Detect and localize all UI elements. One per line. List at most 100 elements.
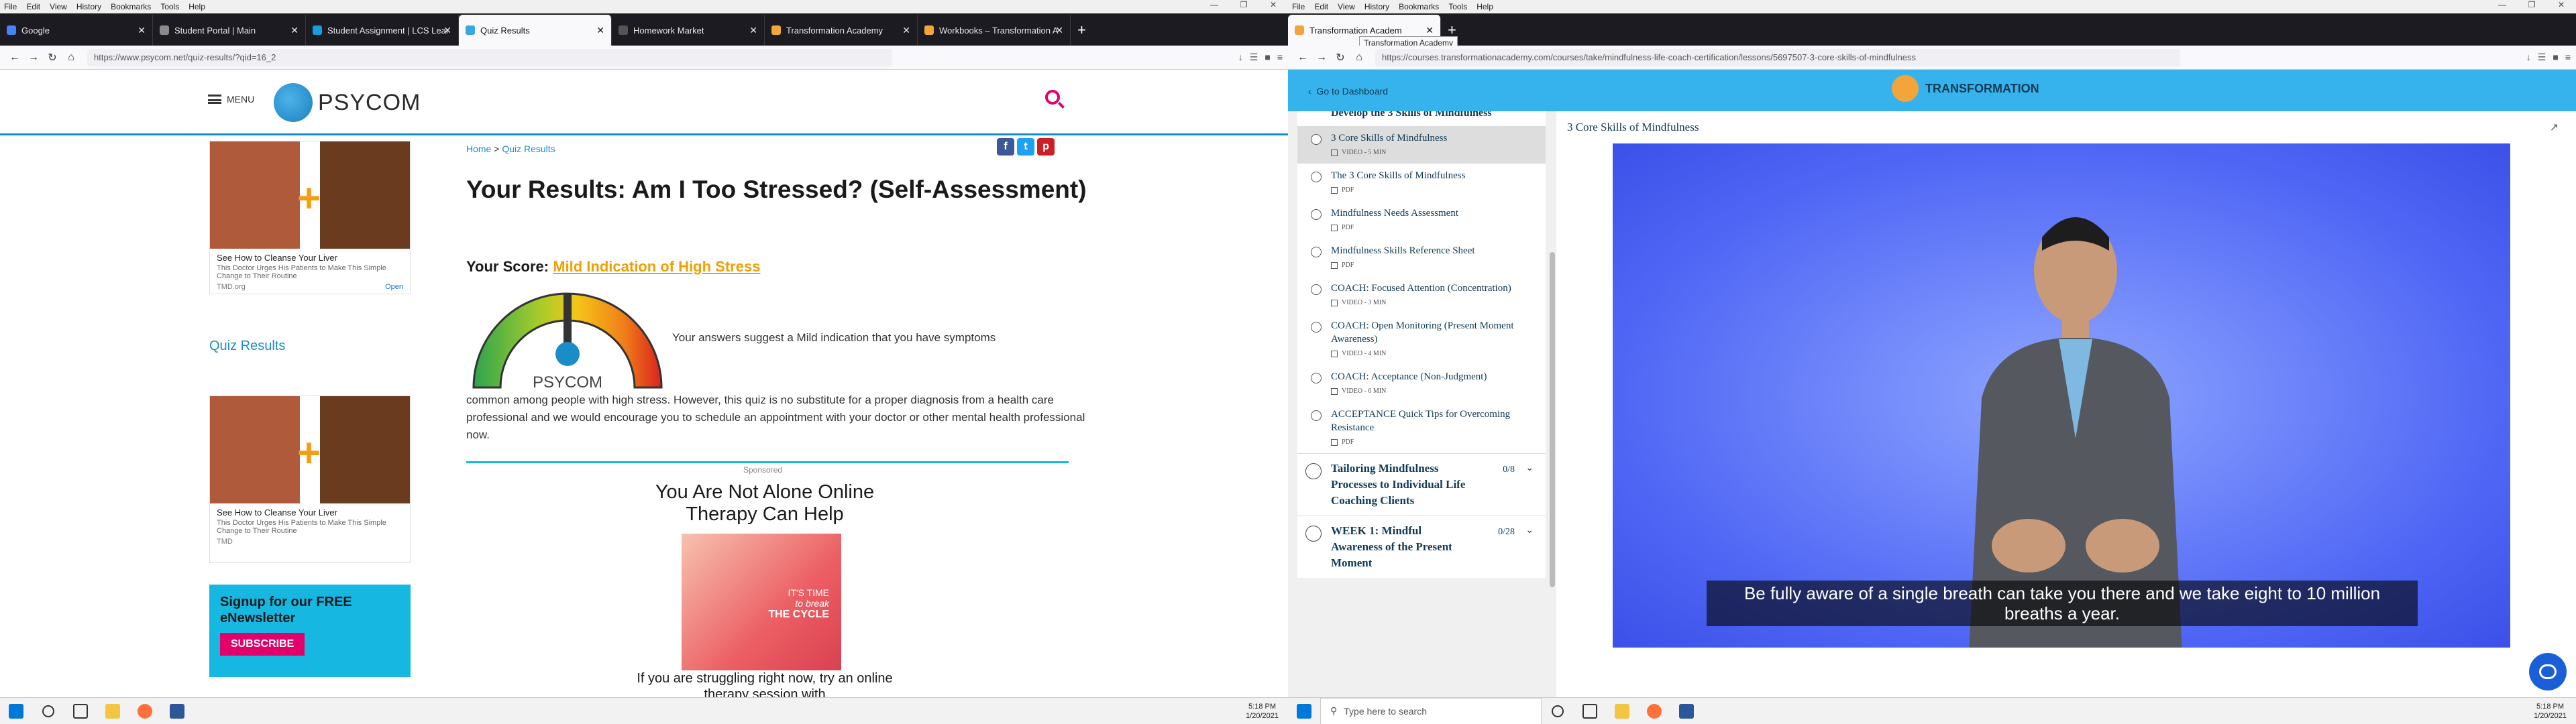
home-icon[interactable]: ⌂	[62, 48, 80, 67]
sidebar-ad[interactable]: + See How to Cleanse Your Liver This Doc…	[209, 141, 411, 294]
lesson-item[interactable]: Mindfulness Needs Assessment PDF	[1297, 201, 1546, 239]
menu-help[interactable]: Help	[1477, 2, 1493, 11]
chevron-down-icon[interactable]: ⌄	[1525, 523, 1534, 539]
windows-start-icon[interactable]	[0, 698, 32, 724]
close-tab-icon[interactable]: ✕	[443, 25, 451, 36]
transformation-logo[interactable]: TRANSFORMATION	[1892, 75, 2039, 102]
close-tab-icon[interactable]: ✕	[1426, 25, 1434, 36]
breadcrumb-home[interactable]: Home	[466, 143, 491, 154]
task-view-icon[interactable]	[1574, 698, 1606, 724]
lesson-item[interactable]: ACCEPTANCE Quick Tips for Overcoming Res…	[1297, 402, 1546, 453]
extension-icon[interactable]: ■	[1265, 52, 1270, 63]
new-tab-button[interactable]: +	[1077, 21, 1086, 39]
menu-file[interactable]: File	[1292, 2, 1305, 11]
menu-icon[interactable]: ≡	[1277, 52, 1283, 63]
close-tab-icon[interactable]: ✕	[290, 25, 299, 36]
ad-title[interactable]: See How to Cleanse Your Liver	[210, 503, 410, 519]
close-tab-icon[interactable]: ✕	[749, 25, 757, 36]
firefox-icon[interactable]	[1638, 698, 1670, 724]
chevron-down-icon[interactable]: ⌄	[1525, 461, 1534, 477]
lesson-item[interactable]: COACH: Acceptance (Non-Judgment) VIDEO - …	[1297, 365, 1546, 402]
word-icon[interactable]	[161, 698, 193, 724]
score-value[interactable]: Mild Indication of High Stress	[553, 258, 760, 275]
chat-widget-button[interactable]	[2529, 653, 2567, 690]
psycom-logo[interactable]: PSYCOM	[274, 83, 421, 122]
windows-start-icon[interactable]	[1288, 698, 1320, 724]
menu-edit[interactable]: Edit	[26, 2, 40, 11]
course-section[interactable]: Tailoring Mindfulness Processes to Indiv…	[1297, 453, 1546, 516]
library-icon[interactable]: ☰	[2538, 52, 2546, 63]
lesson-item[interactable]: The 3 Core Skills of Mindfulness PDF	[1297, 164, 1546, 201]
close-tab-icon[interactable]: ✕	[1055, 25, 1063, 36]
task-view-icon[interactable]	[64, 698, 97, 724]
menu-tools[interactable]: Tools	[1448, 2, 1467, 11]
tab-google[interactable]: Google ✕	[0, 15, 153, 46]
close-tab-icon[interactable]: ✕	[902, 25, 910, 36]
sidebar-scrollbar[interactable]	[1550, 252, 1555, 587]
tab-transformation-academy[interactable]: Transformation Academy ✕	[765, 15, 918, 46]
download-icon[interactable]: ↓	[2526, 52, 2531, 63]
home-icon[interactable]: ⌂	[1350, 48, 1368, 67]
menu-history[interactable]: History	[1364, 2, 1389, 11]
restore-icon[interactable]: ❐	[1229, 0, 1258, 13]
file-explorer-icon[interactable]	[97, 698, 129, 724]
close-tab-icon[interactable]: ✕	[138, 25, 146, 36]
subscribe-button[interactable]: SUBSCRIBE	[220, 633, 305, 656]
restore-icon[interactable]: ❐	[2517, 0, 2546, 13]
ad-open-link[interactable]: Open	[385, 283, 403, 291]
menu-edit[interactable]: Edit	[1314, 2, 1328, 11]
address-bar[interactable]: https://www.psycom.net/quiz-results/?qid…	[87, 48, 892, 66]
search-icon[interactable]	[1045, 90, 1060, 105]
lesson-item[interactable]: Mindfulness Skills Reference Sheet PDF	[1297, 239, 1546, 276]
breadcrumb-current[interactable]: Quiz Results	[502, 143, 555, 154]
menu-history[interactable]: History	[76, 2, 101, 11]
menu-view[interactable]: View	[1338, 2, 1355, 11]
minimize-icon[interactable]: —	[2487, 0, 2517, 13]
tab-student-assignment[interactable]: Student Assignment | LCS Lear ✕	[306, 15, 459, 46]
clock[interactable]: 5:18 PM 1/20/2021	[1246, 702, 1288, 721]
extension-icon[interactable]: ■	[2553, 52, 2558, 63]
minimize-icon[interactable]: —	[1199, 0, 1229, 13]
menu-tools[interactable]: Tools	[160, 2, 179, 11]
reload-icon[interactable]: ↻	[43, 48, 62, 67]
cortana-icon[interactable]	[1542, 698, 1574, 724]
menu-help[interactable]: Help	[189, 2, 205, 11]
close-icon[interactable]: ✕	[2546, 0, 2576, 13]
taskbar-search[interactable]: ⚲ Type here to search	[1320, 697, 1542, 724]
address-bar[interactable]: https://courses.transformationacademy.co…	[1375, 48, 2180, 66]
word-icon[interactable]	[1670, 698, 1703, 724]
tab-workbooks[interactable]: Workbooks – Transformation A ✕	[918, 15, 1071, 46]
menu-view[interactable]: View	[50, 2, 67, 11]
menu-bookmarks[interactable]: Bookmarks	[1399, 2, 1439, 11]
go-to-dashboard-link[interactable]: ‹ Go to Dashboard	[1308, 86, 1388, 97]
expand-icon[interactable]: ↗	[2550, 121, 2559, 134]
forward-icon[interactable]: →	[1312, 48, 1331, 67]
reload-icon[interactable]: ↻	[1331, 48, 1350, 67]
pinterest-icon[interactable]: p	[1037, 138, 1055, 156]
library-icon[interactable]: ☰	[1250, 52, 1258, 63]
ad-title[interactable]: See How to Cleanse Your Liver	[210, 249, 410, 264]
sidebar-ad-2[interactable]: + See How to Cleanse Your Liver This Doc…	[209, 396, 411, 563]
close-icon[interactable]: ✕	[1258, 0, 1288, 13]
tab-homework-market[interactable]: Homework Market ✕	[612, 15, 765, 46]
menu-file[interactable]: File	[4, 2, 17, 11]
site-menu-button[interactable]: MENU	[208, 94, 254, 105]
clock[interactable]: 5:18 PM 1/20/2021	[2534, 702, 2576, 721]
tab-quiz-results[interactable]: Quiz Results ✕	[459, 15, 612, 46]
course-section[interactable]: WEEK 1: Mindful Awareness of the Present…	[1297, 516, 1546, 578]
file-explorer-icon[interactable]	[1606, 698, 1638, 724]
facebook-icon[interactable]: f	[997, 138, 1014, 156]
lesson-item[interactable]: 3 Core Skills of Mindfulness VIDEO - 5 MI…	[1297, 126, 1546, 164]
video-player[interactable]: Be fully aware of a single breath can ta…	[1613, 143, 2510, 648]
tab-student-portal[interactable]: Student Portal | Main ✕	[153, 15, 306, 46]
lesson-item[interactable]: COACH: Open Monitoring (Present Moment A…	[1297, 314, 1546, 365]
promo-image[interactable]: IT'S TIME to break THE CYCLE	[682, 534, 841, 670]
lesson-item[interactable]: COACH: Focused Attention (Concentration)…	[1297, 276, 1546, 314]
menu-bookmarks[interactable]: Bookmarks	[111, 2, 151, 11]
close-tab-icon[interactable]: ✕	[596, 25, 604, 36]
menu-icon[interactable]: ≡	[2565, 52, 2571, 63]
twitter-icon[interactable]: t	[1017, 138, 1034, 156]
firefox-icon[interactable]	[129, 698, 161, 724]
back-icon[interactable]: ←	[1293, 48, 1312, 67]
forward-icon[interactable]: →	[24, 48, 43, 67]
